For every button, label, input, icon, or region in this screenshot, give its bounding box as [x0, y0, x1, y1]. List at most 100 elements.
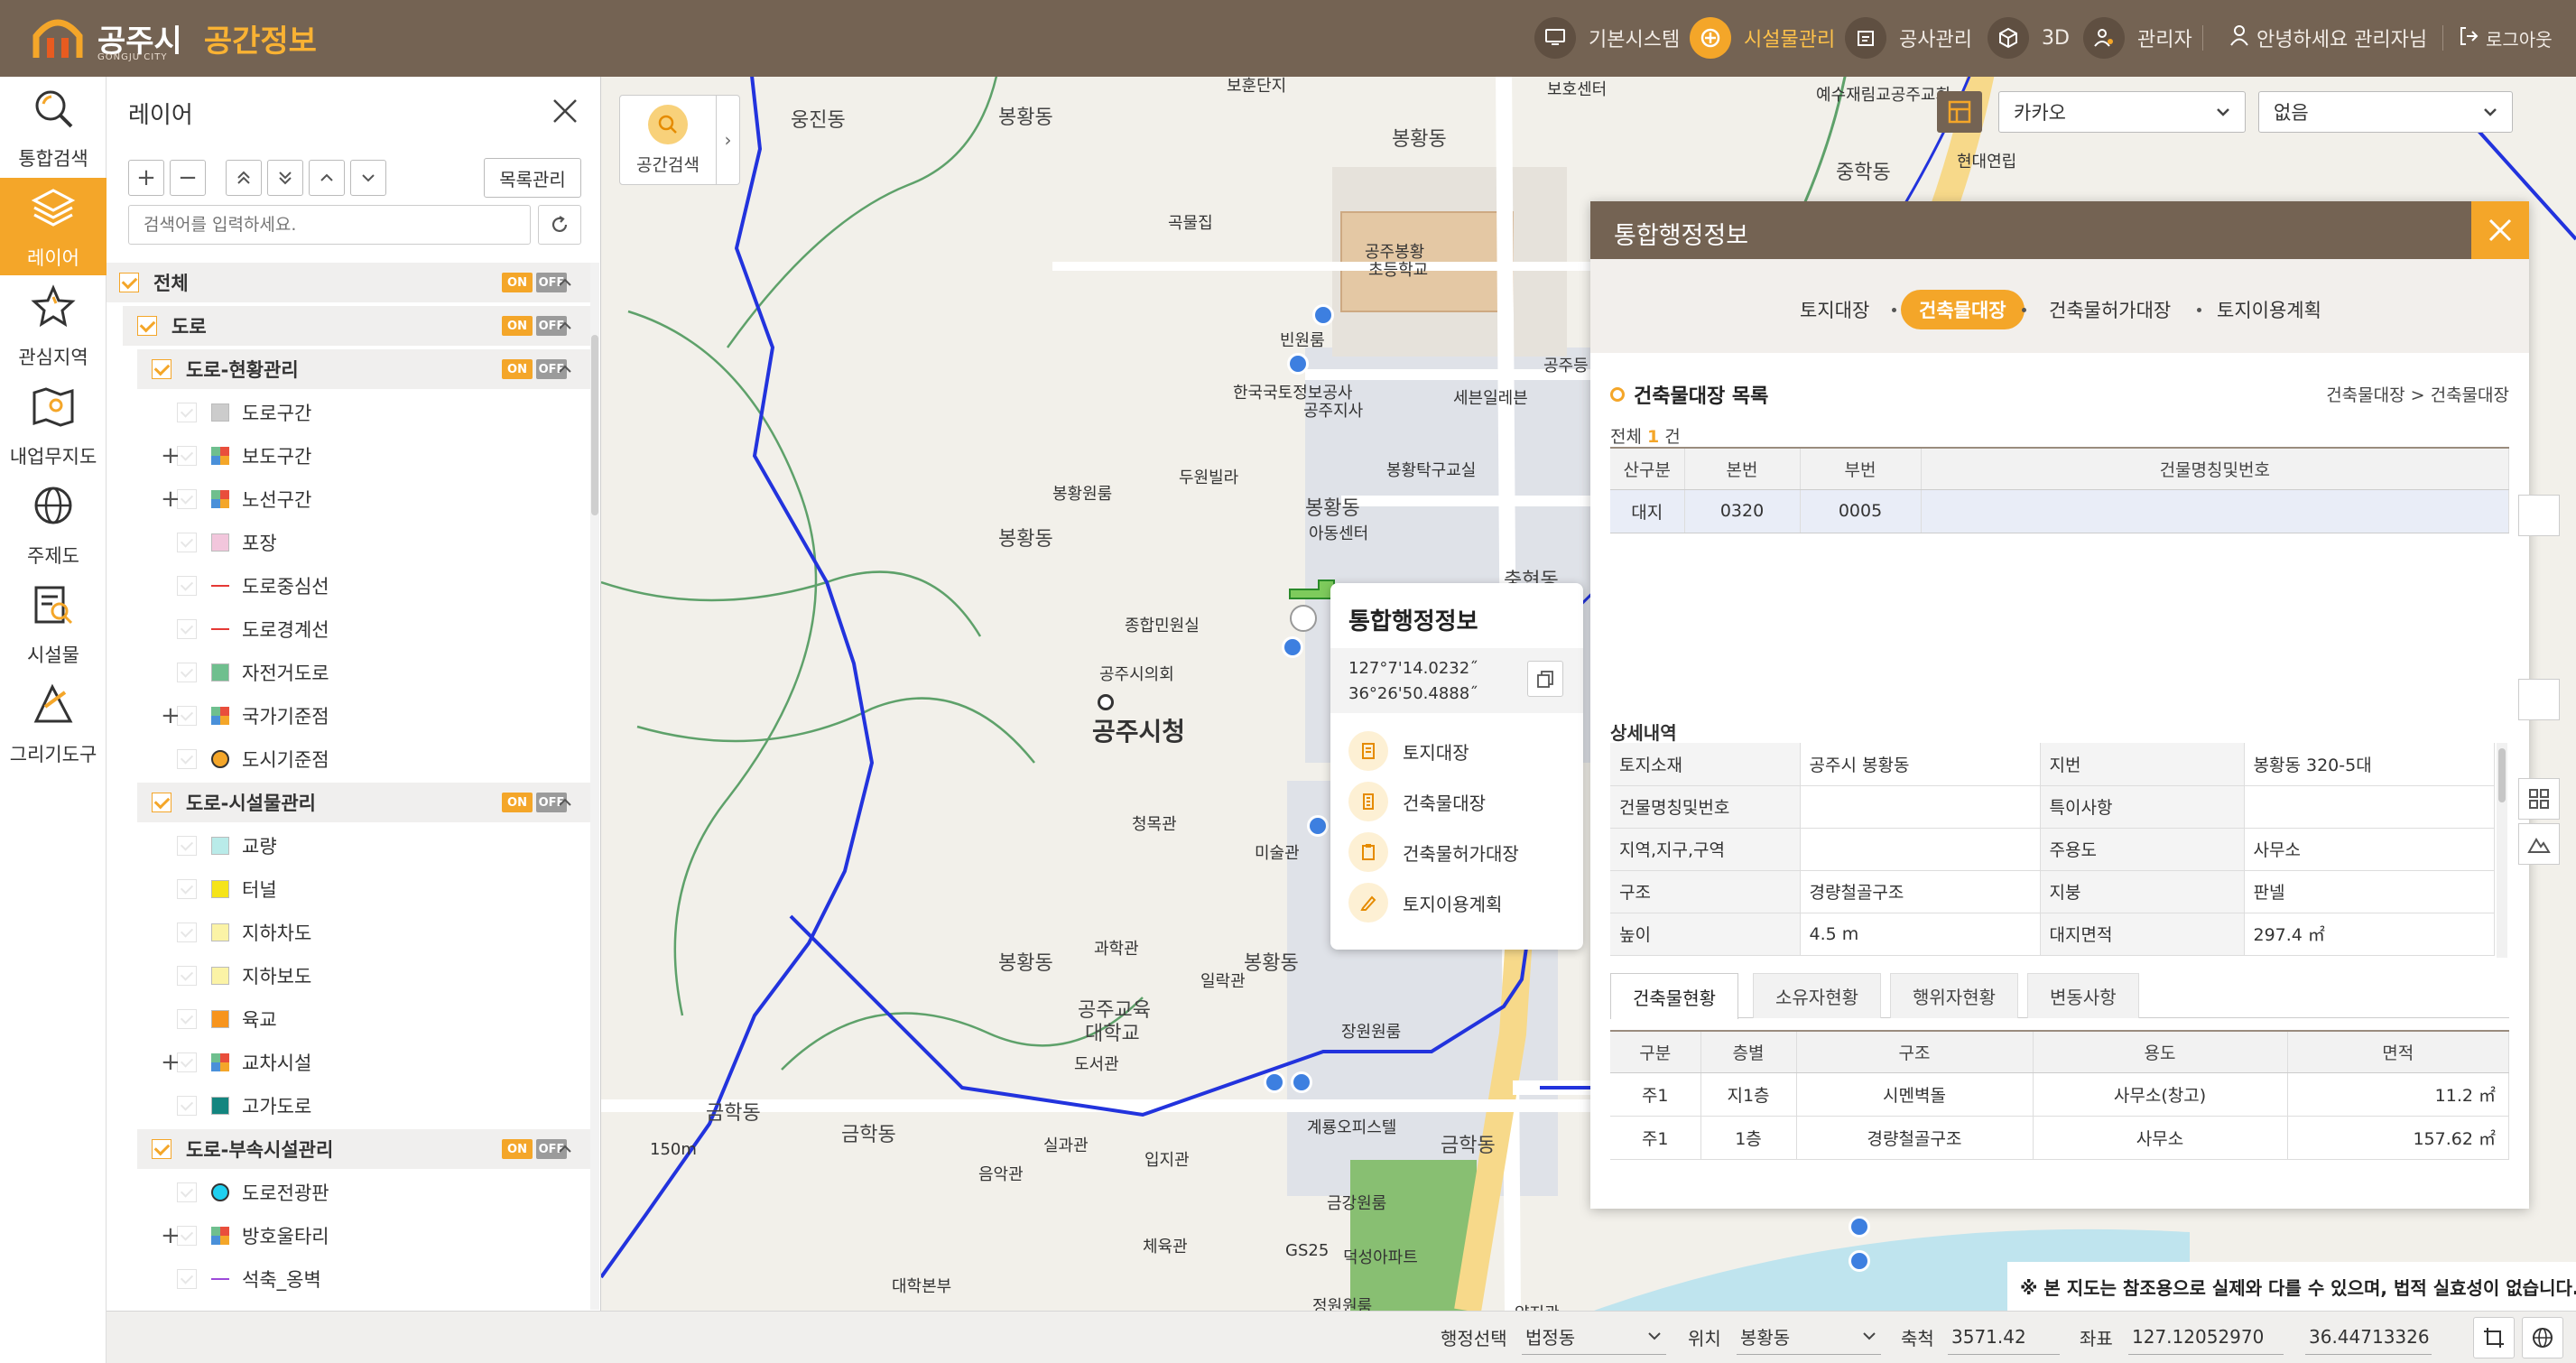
map-tool-button[interactable]	[2518, 679, 2560, 720]
tab-change-history[interactable]: 변동사항	[2027, 973, 2139, 1018]
layer-group-row[interactable]: 도로-시설물관리 ON OFF	[137, 783, 594, 822]
leftbar-facility[interactable]: 시설물	[0, 575, 107, 672]
layer-add-button[interactable]: +	[128, 160, 164, 196]
layer-row[interactable]: 교량	[107, 826, 594, 866]
layer-checkbox[interactable]	[177, 403, 197, 422]
layer-checkbox[interactable]	[177, 749, 197, 769]
layer-row[interactable]: + 국가기준점	[107, 696, 594, 736]
layer-group-row[interactable]: 전체 ON OFF	[107, 263, 594, 302]
leftbar-layer[interactable]: 레이어	[0, 178, 107, 275]
layer-checkbox[interactable]	[177, 533, 197, 552]
layer-row[interactable]: 고가도로	[107, 1086, 594, 1126]
layer-row[interactable]: 도시기준점	[107, 739, 594, 779]
leftbar-interest-area[interactable]: 관심지역	[0, 277, 107, 375]
layer-row[interactable]: 지하차도	[107, 913, 594, 952]
layer-row[interactable]: 지하보도	[107, 956, 594, 996]
layer-checkbox[interactable]	[177, 1096, 197, 1116]
layer-on-button[interactable]: ON	[502, 273, 533, 292]
tab-building-status[interactable]: 건축물현황	[1610, 973, 1738, 1019]
popup-menu-land-use-plan[interactable]: 토지이용계획	[1348, 883, 1502, 923]
table-row[interactable]: 대지 0320 0005	[1610, 489, 2509, 533]
table-row[interactable]: 주1 지1층 시멘벽돌 사무소(창고) 11.2 ㎡	[1610, 1072, 2509, 1117]
detail-scrollbar[interactable]	[2497, 743, 2507, 958]
layer-checkbox[interactable]	[177, 836, 197, 856]
leftbar-thematic-map[interactable]: 주제도	[0, 476, 107, 573]
tab-actor-status[interactable]: 행위자현황	[1890, 973, 2018, 1018]
layer-on-button[interactable]: ON	[502, 359, 533, 379]
bus-stop-icon[interactable]	[1264, 1071, 1285, 1093]
layer-group-row[interactable]: 도로-현황관리 ON OFF	[137, 349, 594, 389]
layer-row[interactable]: + 노선구간	[107, 479, 594, 519]
expand-plus-icon[interactable]: +	[161, 1049, 181, 1076]
layer-row[interactable]: + 보도구간	[107, 436, 594, 476]
nav-3d[interactable]: 3D	[1988, 14, 2070, 61]
layer-row[interactable]: 자전거도로	[107, 653, 594, 692]
tab-building-permit[interactable]: 건축물허가대장	[2049, 290, 2171, 329]
expand-plus-icon[interactable]: +	[161, 486, 181, 513]
basemap-toggle-button[interactable]	[1937, 91, 1982, 133]
layer-row[interactable]: + 교차시설	[107, 1043, 594, 1082]
city-hall-marker-icon[interactable]	[1098, 694, 1114, 710]
layer-remove-button[interactable]: −	[170, 160, 206, 196]
app-logo[interactable]: 공주시 공간정보 GONGJU CITY	[31, 11, 317, 65]
grid-toggle-button[interactable]	[2518, 778, 2560, 820]
layer-checkbox[interactable]	[177, 879, 197, 899]
layer-checkbox[interactable]	[177, 1182, 197, 1202]
chevron-up-icon[interactable]	[552, 270, 578, 295]
layer-row[interactable]: 육교	[107, 999, 594, 1039]
logout-button[interactable]: 로그아웃	[2459, 14, 2553, 61]
bus-stop-icon[interactable]	[1287, 353, 1309, 375]
layer-move-up-button[interactable]	[309, 160, 345, 196]
chevron-up-icon[interactable]	[552, 357, 578, 382]
info-panel-close-button[interactable]	[2471, 201, 2529, 259]
layer-move-down-button[interactable]	[350, 160, 386, 196]
layer-search-reset-button[interactable]	[538, 205, 581, 245]
layer-checkbox[interactable]	[152, 793, 171, 812]
list-manage-button[interactable]: 목록관리	[484, 158, 581, 198]
bus-stop-icon[interactable]	[1312, 304, 1334, 326]
layer-on-button[interactable]: ON	[502, 1139, 533, 1159]
overlay-select[interactable]: 없음	[2258, 91, 2513, 133]
location-select[interactable]: 봉황동	[1737, 1319, 1881, 1355]
expand-plus-icon[interactable]: +	[161, 1222, 181, 1249]
table-row[interactable]: 주1 1층 경량철골구조 사무소 157.62 ㎡	[1610, 1116, 2509, 1160]
layer-row[interactable]: 포장	[107, 523, 594, 562]
layer-checkbox[interactable]	[119, 273, 139, 292]
layer-row[interactable]: 도로전광판	[107, 1173, 594, 1212]
layer-panel-close-button[interactable]	[547, 93, 583, 129]
bus-stop-icon[interactable]	[1307, 815, 1329, 837]
layer-checkbox[interactable]	[177, 1009, 197, 1029]
tab-land-use-plan[interactable]: 토지이용계획	[2217, 290, 2321, 329]
popup-menu-land-register[interactable]: 토지대장	[1348, 731, 1469, 771]
spatial-search-expand-button[interactable]: ›	[717, 95, 740, 185]
globe-projection-button[interactable]	[2522, 1317, 2563, 1358]
nav-basic-system[interactable]: 기본시스템	[1534, 14, 1680, 61]
tab-land-register[interactable]: 토지대장	[1800, 290, 1869, 329]
layer-on-button[interactable]: ON	[502, 316, 533, 336]
layer-checkbox[interactable]	[177, 663, 197, 682]
expand-plus-icon[interactable]: +	[161, 442, 181, 469]
layer-row[interactable]: 석축_옹벽	[107, 1259, 594, 1299]
admin-select[interactable]: 법정동	[1522, 1319, 1666, 1355]
layer-checkbox[interactable]	[152, 1139, 171, 1159]
popup-menu-building-permit[interactable]: 건축물허가대장	[1348, 832, 1519, 872]
layer-group-row[interactable]: 도로 ON OFF	[123, 306, 594, 346]
tab-building-register[interactable]: 건축물대장	[1901, 290, 2025, 329]
coord-tool-button[interactable]	[2473, 1317, 2515, 1358]
leftbar-integrated-search[interactable]: 통합검색	[0, 79, 107, 176]
layer-row[interactable]: 도로구간	[107, 393, 594, 432]
layer-row[interactable]: 도로중심선	[107, 566, 594, 606]
leftbar-draw-tool[interactable]: 그리기도구	[0, 674, 107, 772]
chevron-up-icon[interactable]	[552, 1136, 578, 1162]
chevron-up-icon[interactable]	[552, 790, 578, 815]
layer-checkbox[interactable]	[177, 966, 197, 986]
nav-construction[interactable]: 공사관리	[1845, 14, 1972, 61]
tab-owner-status[interactable]: 소유자현황	[1753, 973, 1881, 1018]
layer-checkbox[interactable]	[137, 316, 157, 336]
bus-stop-icon[interactable]	[1282, 636, 1303, 658]
chevron-up-icon[interactable]	[552, 313, 578, 338]
leftbar-my-map[interactable]: 내업무지도	[0, 376, 107, 474]
nav-facility-management[interactable]: 시설물관리	[1690, 14, 1835, 61]
bus-stop-icon[interactable]	[1849, 1216, 1870, 1238]
layer-move-top-button[interactable]	[226, 160, 262, 196]
